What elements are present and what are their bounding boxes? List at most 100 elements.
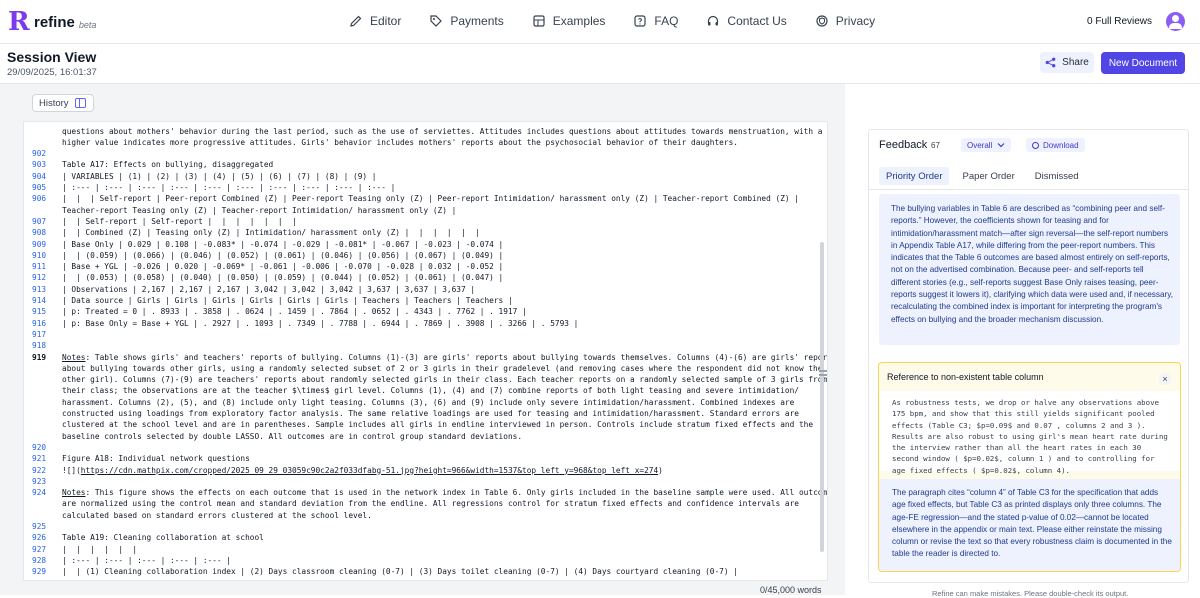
nav-contact-us[interactable]: Contact Us: [706, 14, 787, 28]
line-content: other girl). Columns (7)-(9) are teacher…: [62, 375, 828, 385]
line-content: | Base + YGL | -0.026 | 0.020 | -0.069* …: [62, 262, 504, 272]
editor-line: 906 | | | Self-report | Peer-report Combi…: [24, 193, 824, 204]
nav-label: Examples: [552, 14, 606, 28]
line-content: Teacher-report Teasing only (Z) | Teache…: [62, 205, 457, 215]
line-number: 928: [32, 555, 47, 565]
line-content: about bullying towards other girls, usin…: [62, 363, 823, 373]
nav-payments[interactable]: Payments: [429, 14, 504, 28]
line-content: their class; the observations are at the…: [62, 386, 799, 396]
history-button[interactable]: History: [32, 94, 94, 112]
editor-line: 925: [24, 521, 824, 532]
full-reviews-count[interactable]: 0 Full Reviews: [1087, 16, 1152, 27]
feedback-panel: Feedback 67 Overall Download Priority Or…: [868, 129, 1189, 583]
share-icon: [1045, 57, 1056, 68]
shield-icon: [816, 15, 828, 27]
line-number: 917: [32, 329, 47, 339]
line-content: | | (0.059) | (0.066) | (0.046) | (0.052…: [62, 250, 504, 260]
editor-line: about bullying towards other girls, usin…: [24, 363, 824, 374]
editor-scrollbar[interactable]: [820, 242, 824, 552]
nav-editor[interactable]: Editor: [349, 14, 401, 28]
editor-line: 909 | Base Only | 0.029 | 0.108 | -0.083*…: [24, 239, 824, 250]
line-text: their class; the observations are at the…: [62, 385, 799, 396]
feedback-count: 67: [931, 141, 940, 150]
line-content: : Table shows girls' and teachers' repor…: [85, 352, 828, 362]
line-text: | | (0.059) | (0.066) | (0.046) | (0.052…: [62, 250, 503, 261]
download-label: Download: [1043, 140, 1079, 150]
editor-line: 919 Notes: Table shows girls' and teacher…: [24, 352, 827, 363]
nav-examples[interactable]: Examples: [532, 14, 606, 28]
editor-line: 911 | Base + YGL | -0.026 | 0.020 | -0.06…: [24, 261, 824, 272]
line-number: 915: [32, 307, 47, 317]
editor-line: 908 | | Combined (Z) | Teasing only (Z) |…: [24, 227, 824, 238]
top-navigation-bar: R refine beta Editor Payments Examples F…: [0, 0, 1200, 44]
grid-icon: [533, 15, 545, 27]
editor-line: 910 | | (0.059) | (0.066) | (0.046) | (0.…: [24, 250, 824, 261]
download-icon: [1032, 141, 1039, 149]
line-text: | | Self-report | Self-report | | | | | …: [62, 216, 297, 227]
line-text: | Observations | 2,167 | 2,167 | 2,167 |…: [62, 284, 475, 295]
editor-line: 929 | | (1) Cleaning collaboration index …: [24, 566, 824, 577]
line-number: 919: [32, 352, 47, 362]
headset-icon: [708, 15, 719, 26]
close-icon[interactable]: ×: [1159, 373, 1171, 385]
feedback-explanation: The paragraph cites “column 4” of Table …: [879, 479, 1180, 571]
download-button[interactable]: Download: [1026, 138, 1085, 152]
editor-line: 907 | | Self-report | Self-report | | | |…: [24, 216, 824, 227]
notes-label: Notes: [62, 488, 86, 498]
editor-line: 905 | :--- | :--- | :--- | :--- | :--- | …: [24, 182, 824, 193]
image-link[interactable]: https://cdn.mathpix.com/cropped/2025_09_…: [81, 466, 658, 475]
line-number: 913: [32, 284, 47, 294]
editor-line: 920: [24, 442, 824, 453]
line-content: Figure A18: Individual network questions: [62, 454, 250, 464]
line-content: | Data source | Girls | Girls | Girls | …: [62, 296, 513, 305]
line-text: | :--- | :--- | :--- | :--- | :--- |: [62, 555, 231, 566]
line-text: | VARIABLES | (1) | (2) | (3) | (4) | (5…: [62, 171, 377, 182]
share-button[interactable]: Share: [1040, 52, 1094, 73]
line-number: 904: [32, 171, 47, 181]
line-content: | :--- | :--- | :--- | :--- | :--- | :--…: [62, 183, 396, 192]
history-label: History: [39, 97, 69, 109]
document-editor[interactable]: questions about mothers' behavior during…: [23, 121, 828, 581]
editor-line: 922 ![](https://cdn.mathpix.com/cropped/2…: [24, 465, 824, 476]
resize-handle[interactable]: [819, 370, 827, 380]
line-number: 907: [32, 216, 47, 226]
feedback-card-table-column[interactable]: Reference to non-existent table column ×…: [878, 362, 1181, 572]
quoted-text: As robustness tests, we drop or halve an…: [892, 398, 1168, 475]
nav-privacy[interactable]: Privacy: [815, 14, 875, 28]
tab-priority-order[interactable]: Priority Order: [879, 167, 950, 185]
line-text: | :--- | :--- | :--- | :--- | :--- | :--…: [62, 182, 395, 193]
feedback-card-bullying[interactable]: The bullying variables in Table 6 are de…: [879, 194, 1180, 345]
chevron-down-icon: [997, 143, 1005, 148]
line-number: 911: [32, 262, 47, 272]
line-text: | p: Base Only = Base + YGL | . 2927 | .…: [62, 318, 578, 329]
line-number: 918: [32, 341, 47, 351]
line-number: 902: [32, 149, 47, 159]
line-number: 924: [32, 488, 47, 498]
line-number: 910: [32, 250, 47, 260]
user-avatar-icon[interactable]: [1166, 12, 1185, 31]
nav-faq[interactable]: FAQ: [633, 14, 678, 28]
panel-icon: [74, 98, 86, 108]
nav-label: Payments: [450, 14, 504, 28]
line-content: | Base Only | 0.029 | 0.108 | -0.083* | …: [62, 239, 504, 249]
line-text: | | | Self-report | Peer-report Combined…: [62, 193, 799, 204]
line-content: baseline controls selected by double LAS…: [62, 431, 523, 441]
session-timestamp: 29/09/2025, 16:01:37: [7, 67, 97, 78]
line-content: | p: Treated = 0 | . 8933 | . 3858 | . 0…: [62, 307, 527, 317]
overall-dropdown[interactable]: Overall: [961, 138, 1012, 152]
tab-paper-order[interactable]: Paper Order: [955, 167, 1021, 185]
nav-label: FAQ: [654, 14, 679, 28]
new-document-button[interactable]: New Document: [1101, 52, 1185, 74]
tab-dismissed[interactable]: Dismissed: [1028, 167, 1086, 185]
editor-line: clustered at the school level and are in…: [24, 419, 824, 430]
app-logo[interactable]: R refine beta: [8, 9, 96, 35]
overall-label: Overall: [967, 140, 993, 150]
line-content: | Observations | 2,167 | 2,167 | 2,167 |…: [62, 284, 476, 294]
line-content: | | Combined (Z) | Teasing only (Z) | In…: [62, 228, 480, 238]
editor-line: calculated based on standard errors clus…: [24, 510, 824, 521]
word-count: 0/45,000 words: [760, 585, 822, 595]
line-content: | | Self-report | Self-report | | | | | …: [62, 216, 297, 226]
line-text: ![](https://cdn.mathpix.com/cropped/2025…: [62, 465, 663, 476]
line-content: | | | | | |: [62, 544, 138, 554]
line-number: 903: [32, 160, 47, 170]
